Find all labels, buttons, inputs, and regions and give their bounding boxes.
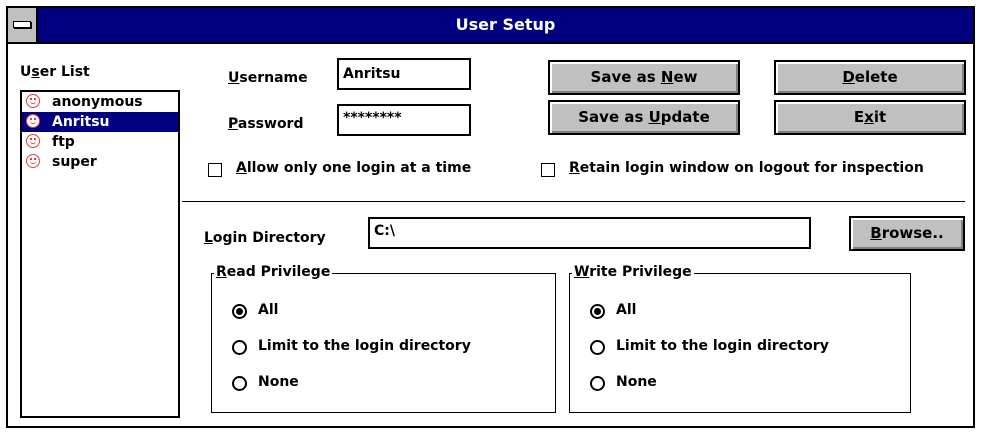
list-item[interactable]: super — [22, 152, 178, 172]
user-list[interactable]: anonymous Anritsu ftp super — [20, 90, 180, 418]
read-limit-radio[interactable] — [232, 340, 247, 355]
write-all-label[interactable]: All — [616, 302, 636, 318]
read-none-label[interactable]: None — [258, 374, 299, 390]
list-item-selected[interactable]: Anritsu — [22, 112, 178, 132]
smiley-icon — [26, 94, 40, 108]
username-field[interactable]: Anritsu — [337, 58, 471, 90]
list-item[interactable]: anonymous — [22, 92, 178, 112]
write-none-label[interactable]: None — [616, 374, 657, 390]
delete-button[interactable]: Delete — [774, 60, 966, 95]
one-login-label[interactable]: Allow only one login at a time — [236, 160, 471, 176]
smiley-icon — [26, 134, 40, 148]
read-privilege-group: Read Privilege All Limit to the login di… — [211, 264, 556, 413]
write-limit-radio[interactable] — [590, 340, 605, 355]
read-limit-label[interactable]: Limit to the login directory — [258, 338, 471, 354]
system-menu-button[interactable] — [8, 8, 38, 42]
retain-window-checkbox[interactable] — [541, 163, 555, 177]
login-directory-field[interactable]: C:\ — [368, 217, 811, 249]
user-list-label: User List — [20, 64, 90, 80]
user-name: Anritsu — [52, 114, 110, 130]
user-name: ftp — [52, 134, 75, 150]
write-limit-label[interactable]: Limit to the login directory — [616, 338, 829, 354]
password-label: Password — [228, 116, 304, 132]
save-as-new-button[interactable]: Save as New — [548, 60, 740, 95]
write-privilege-group: Write Privilege All Limit to the login d… — [569, 264, 911, 413]
exit-button[interactable]: Exit — [774, 100, 966, 135]
list-item[interactable]: ftp — [22, 132, 178, 152]
browse-button[interactable]: Browse.. — [849, 216, 965, 251]
smiley-icon — [26, 154, 40, 168]
user-name: super — [52, 154, 97, 170]
login-directory-label: Login Directory — [204, 230, 326, 246]
title-bar: User Setup — [8, 8, 973, 44]
write-all-radio[interactable] — [590, 304, 605, 319]
read-privilege-title: Read Privilege — [214, 264, 333, 280]
password-field[interactable]: ******** — [337, 104, 471, 136]
read-all-label[interactable]: All — [258, 302, 278, 318]
write-none-radio[interactable] — [590, 376, 605, 391]
one-login-checkbox[interactable] — [208, 163, 222, 177]
user-name: anonymous — [52, 94, 143, 110]
smiley-icon — [26, 114, 40, 128]
separator-line — [182, 201, 965, 202]
retain-window-label[interactable]: Retain login window on logout for inspec… — [569, 160, 924, 176]
save-as-update-button[interactable]: Save as Update — [548, 100, 740, 135]
system-menu-icon — [13, 21, 31, 28]
user-setup-window: User Setup User List anonymous Anritsu f… — [6, 6, 975, 428]
read-none-radio[interactable] — [232, 376, 247, 391]
username-label: Username — [228, 70, 308, 86]
read-all-radio[interactable] — [232, 304, 247, 319]
write-privilege-title: Write Privilege — [572, 264, 694, 280]
window-title: User Setup — [455, 15, 556, 34]
